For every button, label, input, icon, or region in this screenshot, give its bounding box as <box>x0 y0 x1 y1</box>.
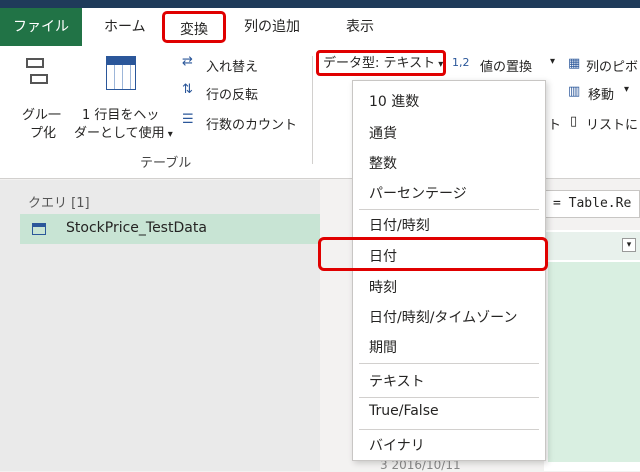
menu-item-binary[interactable]: バイナリ <box>369 435 425 455</box>
group-icon-lower <box>30 74 48 84</box>
reverse-rows-label: 行の反転 <box>206 88 259 103</box>
pivot-label: 列のピボ <box>586 60 639 75</box>
menu-separator <box>359 209 539 210</box>
menu-separator <box>359 397 539 398</box>
count-rows-label: 行数のカウント <box>206 118 298 133</box>
chevron-down-icon: ▾ <box>435 59 444 70</box>
query-item[interactable]: StockPrice_TestData <box>20 214 320 244</box>
tab-transform[interactable]: 変換 <box>162 11 226 43</box>
chevron-down-icon: ▾ <box>550 56 556 67</box>
move-icon: ▥ <box>568 84 581 99</box>
transpose-label: 入れ替え <box>206 60 259 75</box>
chevron-down-icon: ▾ <box>164 129 173 140</box>
menu-item-datetime[interactable]: 日付/時刻 <box>369 215 430 235</box>
formula-bar[interactable]: = Table.Re <box>544 190 640 218</box>
menu-item-duration[interactable]: 期間 <box>369 337 397 357</box>
reverse-rows-icon: ⇅ <box>182 82 193 97</box>
transpose-icon: ⇄ <box>182 54 193 69</box>
partial-text: ト <box>548 118 562 133</box>
menu-item-percentage[interactable]: パーセンテージ <box>369 183 467 203</box>
menu-item-decimal[interactable]: 10 進数 <box>369 91 419 111</box>
group-label-line2: プ化 <box>30 126 57 141</box>
menu-separator <box>359 363 539 364</box>
menu-item-currency[interactable]: 通貨 <box>369 123 397 143</box>
group-label-line1: グル一 <box>22 108 62 123</box>
menu-separator <box>359 429 539 430</box>
tab-add-column[interactable]: 列の追加 <box>244 8 300 46</box>
to-list-icon: ▯ <box>570 114 578 129</box>
grid-column-cells <box>548 262 640 462</box>
move-label: 移動 <box>588 88 615 103</box>
table-icon <box>32 223 46 235</box>
queries-header: クエリ [1] <box>28 196 90 211</box>
menu-item-text[interactable]: テキスト <box>369 371 425 391</box>
tab-file[interactable]: ファイル <box>0 8 82 46</box>
to-list-label: リストに <box>586 118 639 133</box>
use-first-row-label-line2: ダーとして使用 ▾ <box>74 126 173 141</box>
tab-home[interactable]: ホーム <box>104 8 146 46</box>
data-type-dropdown[interactable]: データ型: テキスト ▾ <box>316 50 446 76</box>
selected-item-highlight <box>318 237 548 271</box>
data-type-label: データ型: テキスト <box>323 56 436 71</box>
replace-values-icon: 1,2 <box>452 56 470 69</box>
query-name: StockPrice_TestData <box>66 220 207 236</box>
ribbon-separator <box>312 56 313 164</box>
menu-item-true-false[interactable]: True/False <box>369 403 439 419</box>
chevron-down-icon: ▾ <box>624 84 630 95</box>
title-bar <box>0 0 640 8</box>
group-icon <box>26 58 44 68</box>
menu-item-time[interactable]: 時刻 <box>369 277 397 297</box>
tab-view[interactable]: 表示 <box>346 8 374 46</box>
count-rows-icon: ☰ <box>182 112 194 127</box>
table-group-label: テーブル <box>140 156 192 171</box>
ribbon-tabs: ファイル ホーム 変換 列の追加 表示 <box>0 8 640 46</box>
use-first-row-label-line1: 1 行目をヘッ <box>82 108 160 123</box>
pivot-icon: ▦ <box>568 56 581 71</box>
column-filter-chevron-icon[interactable]: ▾ <box>622 238 636 252</box>
table-header-icon <box>106 56 136 90</box>
menu-item-integer[interactable]: 整数 <box>369 153 397 173</box>
menu-item-datetime-timezone[interactable]: 日付/時刻/タイムゾーン <box>369 307 517 327</box>
replace-values-label: 値の置換 <box>480 60 533 75</box>
